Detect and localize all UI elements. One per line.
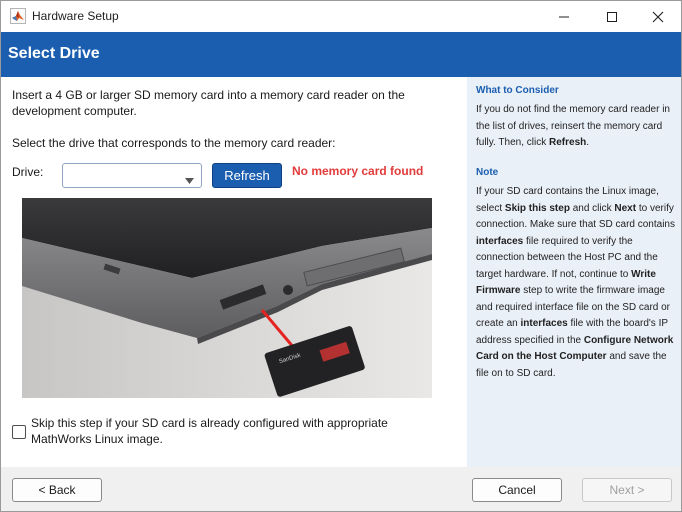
- footer-bar: < Back Cancel Next >: [1, 467, 681, 511]
- note-text: If your SD card contains the Linux image…: [476, 186, 675, 379]
- close-button[interactable]: [635, 1, 681, 32]
- drive-label: Drive:: [12, 165, 44, 179]
- skip-step-label: Skip this step if your SD card is alread…: [31, 416, 388, 446]
- sd-card-laptop-image: SanDisk: [22, 198, 432, 398]
- back-button[interactable]: < Back: [12, 478, 102, 502]
- caret-down-icon: [185, 173, 194, 187]
- window-title: Hardware Setup: [32, 9, 119, 23]
- error-message: No memory card found: [292, 164, 424, 178]
- next-button[interactable]: Next >: [582, 478, 672, 502]
- matlab-logo-icon: [10, 8, 26, 24]
- select-prompt: Select the drive that corresponds to the…: [12, 136, 336, 150]
- what-to-consider-heading: What to Consider: [476, 85, 559, 96]
- note-heading: Note: [476, 167, 499, 178]
- drive-dropdown[interactable]: [62, 163, 202, 188]
- page-title: Select Drive: [8, 45, 100, 62]
- refresh-button[interactable]: Refresh: [212, 163, 282, 188]
- maximize-button[interactable]: [589, 1, 635, 32]
- title-bar[interactable]: Hardware Setup: [1, 1, 681, 32]
- cancel-button[interactable]: Cancel: [472, 478, 562, 502]
- hardware-setup-window: Hardware Setup Select Drive Insert a 4 G…: [0, 0, 682, 512]
- main-content: Insert a 4 GB or larger SD memory card i…: [1, 77, 467, 467]
- info-panel: What to Consider If you do not find the …: [467, 77, 681, 467]
- page-header: Select Drive: [1, 32, 681, 77]
- instruction-text: Insert a 4 GB or larger SD memory card i…: [12, 88, 405, 118]
- skip-step-checkbox[interactable]: [12, 425, 26, 439]
- minimize-button[interactable]: [541, 1, 587, 32]
- what-to-consider-text: If you do not find the memory card reade…: [476, 104, 670, 148]
